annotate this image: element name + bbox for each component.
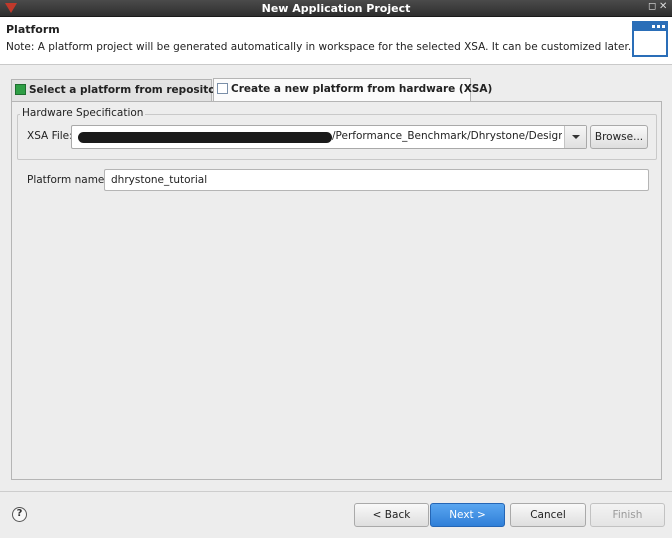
window-title: New Application Project <box>261 2 411 15</box>
wizard-banner-icon <box>632 21 668 57</box>
window-restore-icon[interactable]: ◻ <box>648 1 656 12</box>
help-icon[interactable]: ? <box>12 507 27 522</box>
wizard-header: Platform Note: A platform project will b… <box>0 17 672 65</box>
xsa-dropdown-button[interactable] <box>564 126 586 148</box>
back-button[interactable]: < Back <box>354 503 429 527</box>
chevron-down-icon <box>572 135 580 139</box>
finish-button[interactable]: Finish <box>590 503 665 527</box>
redacted-path <box>78 132 332 143</box>
xsa-file-combo[interactable]: /Performance_Benchmark/Dhrystone/Design/… <box>71 125 587 149</box>
platform-name-input[interactable] <box>104 169 649 191</box>
platform-name-label: Platform name: <box>27 174 108 186</box>
hardware-file-icon <box>217 83 228 94</box>
tab-create-platform-xsa[interactable]: Create a new platform from hardware (XSA… <box>213 78 492 102</box>
hardware-spec-group-label: Hardware Specification <box>20 107 146 119</box>
repository-icon <box>15 84 26 95</box>
tab-label: Select a platform from repository <box>29 84 228 96</box>
page-title: Platform <box>6 23 60 36</box>
xsa-file-label: XSA File: <box>27 130 73 142</box>
browse-button[interactable]: Browse... <box>590 125 648 149</box>
next-button[interactable]: Next > <box>430 503 505 527</box>
footer-separator <box>0 491 672 492</box>
window-titlebar: New Application Project ◻ ✕ <box>0 0 672 17</box>
page-description: Note: A platform project will be generat… <box>6 41 632 53</box>
tab-select-platform-repository[interactable]: Select a platform from repository <box>11 79 228 101</box>
xsa-file-value: /Performance_Benchmark/Dhrystone/Design/… <box>332 130 562 142</box>
tab-label: Create a new platform from hardware (XSA… <box>231 83 493 95</box>
window-close-icon[interactable]: ✕ <box>659 1 667 12</box>
cancel-button[interactable]: Cancel <box>510 503 586 527</box>
